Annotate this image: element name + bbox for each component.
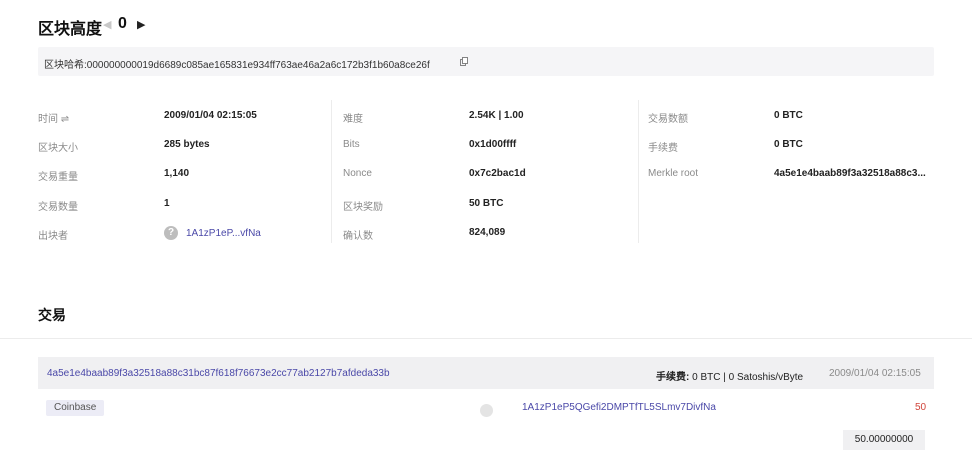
merkle-root-label: Merkle root	[648, 168, 699, 179]
section-divider	[0, 338, 972, 339]
block-height-value: 0	[118, 15, 127, 32]
time-value: 2009/01/04 02:15:05	[164, 110, 257, 121]
transactions-title: 交易	[38, 307, 66, 323]
weight-value: 1,140	[164, 168, 190, 179]
difficulty-label: 难度	[343, 114, 363, 125]
block-size-value: 285 bytes	[164, 139, 210, 150]
bits-label: Bits	[343, 139, 360, 150]
output-amount: 50	[915, 402, 927, 413]
confirmations-value: 824,089	[469, 227, 506, 238]
nonce-value: 0x7c2bac1d	[469, 168, 526, 179]
question-circle-icon: ?	[164, 226, 178, 240]
tx-count-value: 1	[164, 198, 170, 209]
difficulty-value: 2.54K | 1.00	[469, 110, 524, 121]
caret-left-icon[interactable]: ◀	[103, 18, 111, 31]
tx-amount-value: 0 BTC	[774, 110, 803, 121]
miner-address-link[interactable]: 1A1zP1eP...vfNa	[186, 228, 261, 239]
transaction-hash-link[interactable]: 4a5e1e4baab89f3a32518a88c31bc87f618f7667…	[47, 368, 390, 379]
transaction-fee: 手续费: 0 BTC | 0 Satoshis/vByte	[656, 368, 803, 383]
block-size-label: 区块大小	[38, 143, 78, 154]
weight-label: 交易重量	[38, 172, 78, 183]
tx-amount-label: 交易数额	[648, 114, 688, 125]
transaction-total: 50.00000000	[843, 430, 925, 450]
page-title: 区块高度	[38, 21, 103, 38]
transaction-fee-value: 0 BTC | 0 Satoshis/vByte	[689, 372, 804, 383]
output-address-icon	[480, 404, 493, 417]
column-divider	[331, 100, 332, 243]
bits-value: 0x1d00ffff	[469, 139, 517, 150]
miner-label: 出块者	[38, 231, 68, 242]
nonce-label: Nonce	[343, 168, 372, 179]
output-address-link[interactable]: 1A1zP1eP5QGefi2DMPTfTL5SLmv7DivfNa	[522, 402, 716, 413]
block-hash-text: 区块哈希:000000000019d6689c085ae165831e934ff…	[44, 60, 430, 71]
time-label[interactable]: 时间 ⇌	[38, 110, 69, 125]
fee-value: 0 BTC	[774, 139, 803, 150]
tx-count-label: 交易数量	[38, 202, 78, 213]
transaction-time: 2009/01/04 02:15:05	[829, 368, 921, 379]
copy-icon[interactable]	[460, 57, 468, 66]
reward-value: 50 BTC	[469, 198, 504, 209]
caret-right-icon[interactable]: ▶	[137, 18, 145, 31]
confirmations-label: 确认数	[343, 231, 373, 242]
reward-label: 区块奖励	[343, 202, 383, 213]
transaction-fee-label: 手续费:	[656, 372, 690, 383]
coinbase-input-badge: Coinbase	[46, 400, 105, 416]
fee-label: 手续费	[648, 143, 678, 154]
merkle-root-value: 4a5e1e4baab89f3a32518a88c3...	[774, 168, 926, 179]
column-divider	[638, 100, 639, 243]
